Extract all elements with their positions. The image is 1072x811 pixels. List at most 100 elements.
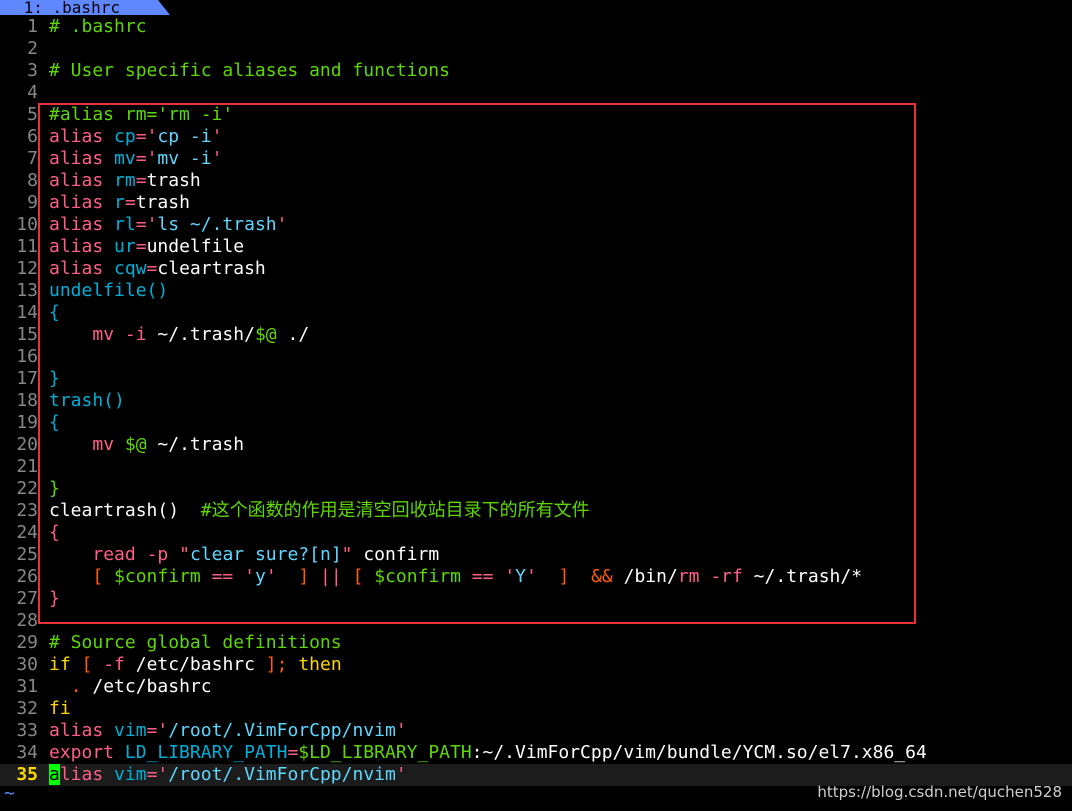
token-plain: trash	[146, 170, 201, 191]
code-line[interactable]: 19 {	[0, 412, 1072, 434]
editor-buffer[interactable]: 1 # .bashrc 2 3 # User specific aliases and …	[0, 16, 1072, 786]
code-line[interactable]: 13 undelfile()	[0, 280, 1072, 302]
code-line[interactable]: 22}	[0, 478, 1072, 500]
text-cursor: a	[49, 764, 60, 785]
code-line[interactable]: 4	[0, 82, 1072, 104]
token-comment: $LD_LIBRARY_PATH	[298, 742, 472, 763]
empty-line-tilde: ~	[4, 783, 15, 804]
line-number: 9	[27, 192, 38, 213]
line-number: 25	[16, 544, 38, 565]
code-line[interactable]: 31 . /etc/bashrc	[0, 676, 1072, 698]
code-line[interactable]: 3 # User specific aliases and functions	[0, 60, 1072, 82]
token-plain: ~/.trash	[146, 434, 245, 455]
line-number: 10	[16, 214, 38, 235]
line-text: }	[49, 368, 60, 389]
token-function: ur	[114, 236, 136, 257]
line-number: 28	[16, 610, 38, 631]
line-number: 20	[16, 434, 38, 455]
line-number: 16	[16, 346, 38, 367]
token-keyword: '	[395, 720, 407, 741]
code-line[interactable]: 1 # .bashrc	[0, 16, 1072, 38]
code-line[interactable]: 23 cleartrash() #这个函数的作用是清空回收站目录下的所有文件	[0, 500, 1072, 522]
code-line[interactable]: 16	[0, 346, 1072, 368]
token-keyword: '	[526, 566, 537, 587]
token-keyword: =	[135, 170, 147, 191]
code-line[interactable]: 9 alias r=trash	[0, 192, 1072, 214]
code-line[interactable]: 33 alias vim='/root/.VimForCpp/nvim'	[0, 720, 1072, 742]
token-comment: # User specific aliases and functions	[49, 60, 450, 81]
code-line[interactable]: 7 alias mv='mv -i'	[0, 148, 1072, 170]
code-line[interactable]: 26 [ $confirm == 'y' ] || [ $confirm == …	[0, 566, 1072, 588]
code-line[interactable]: 21	[0, 456, 1072, 478]
code-line[interactable]: 17}	[0, 368, 1072, 390]
token-keyword: '	[504, 566, 516, 587]
code-line[interactable]: 10 alias rl='ls ~/.trash'	[0, 214, 1072, 236]
line-number: 14	[16, 302, 38, 323]
token-keyword: lias	[59, 764, 104, 785]
code-line[interactable]: 8 alias rm=trash	[0, 170, 1072, 192]
line-text: trash()	[49, 390, 125, 411]
line-number: 27	[16, 588, 38, 609]
token-keyword: '	[146, 126, 158, 147]
token-function: rl	[114, 214, 136, 235]
line-text: # User specific aliases and functions	[49, 60, 450, 81]
code-line[interactable]: 25 read -p "clear sure?[n]" confirm	[0, 544, 1072, 566]
line-number: 15	[16, 324, 38, 345]
code-line[interactable]: 11 alias ur=undelfile	[0, 236, 1072, 258]
code-line[interactable]: 28	[0, 610, 1072, 632]
code-line[interactable]: 24 {	[0, 522, 1072, 544]
code-line[interactable]: 29 # Source global definitions	[0, 632, 1072, 654]
code-line[interactable]: 2	[0, 38, 1072, 60]
token-plain: ~/.trash/*	[742, 566, 863, 587]
code-line[interactable]: 14 {	[0, 302, 1072, 324]
code-line[interactable]: 34 export LD_LIBRARY_PATH=$LD_LIBRARY_PAT…	[0, 742, 1072, 764]
code-line[interactable]: 32 fi	[0, 698, 1072, 720]
code-line[interactable]: 27}	[0, 588, 1072, 610]
code-line[interactable]: 6 alias cp='cp -i'	[0, 126, 1072, 148]
tab-bashrc[interactable]: 1: .bashrc	[0, 0, 170, 15]
token-keyword: mv	[92, 434, 115, 455]
token-plain: cleartrash	[157, 258, 266, 279]
token-keyword: =	[135, 236, 147, 257]
token-comment: $confirm	[374, 566, 461, 587]
token-string: ls ~/.trash	[157, 214, 277, 235]
line-number: 24	[16, 522, 38, 543]
code-line[interactable]: 18 trash()	[0, 390, 1072, 412]
token-keyword: mv	[92, 324, 115, 345]
line-text: . /etc/bashrc	[49, 676, 212, 697]
token-string: y	[254, 566, 266, 587]
token-plain: /bin/	[612, 566, 678, 587]
code-line[interactable]: 5 #alias rm='rm -i'	[0, 104, 1072, 126]
line-number: 33	[16, 720, 38, 741]
line-text: alias ur=undelfile	[49, 236, 244, 257]
token-keyword: =	[287, 742, 299, 763]
line-number: 5	[27, 104, 38, 125]
token-operator: ]	[298, 566, 310, 587]
code-line[interactable]: 15 mv -i ~/.trash/$@ ./	[0, 324, 1072, 346]
line-text: [ $confirm == 'y' ] || [ $confirm == 'Y'…	[49, 566, 862, 587]
code-line[interactable]: 12 alias cqw=cleartrash	[0, 258, 1072, 280]
token-function: undelfile()	[49, 280, 169, 301]
line-text: undelfile()	[49, 280, 168, 301]
line-number: 22	[16, 478, 38, 499]
line-number: 6	[27, 126, 38, 147]
line-text: # Source global definitions	[49, 632, 342, 653]
code-line[interactable]: 20 mv $@ ~/.trash	[0, 434, 1072, 456]
token-function: trash()	[49, 390, 125, 411]
code-line[interactable]: 30 if [ -f /etc/bashrc ]; then	[0, 654, 1072, 676]
line-text: cleartrash() #这个函数的作用是清空回收站目录下的所有文件	[49, 500, 590, 521]
